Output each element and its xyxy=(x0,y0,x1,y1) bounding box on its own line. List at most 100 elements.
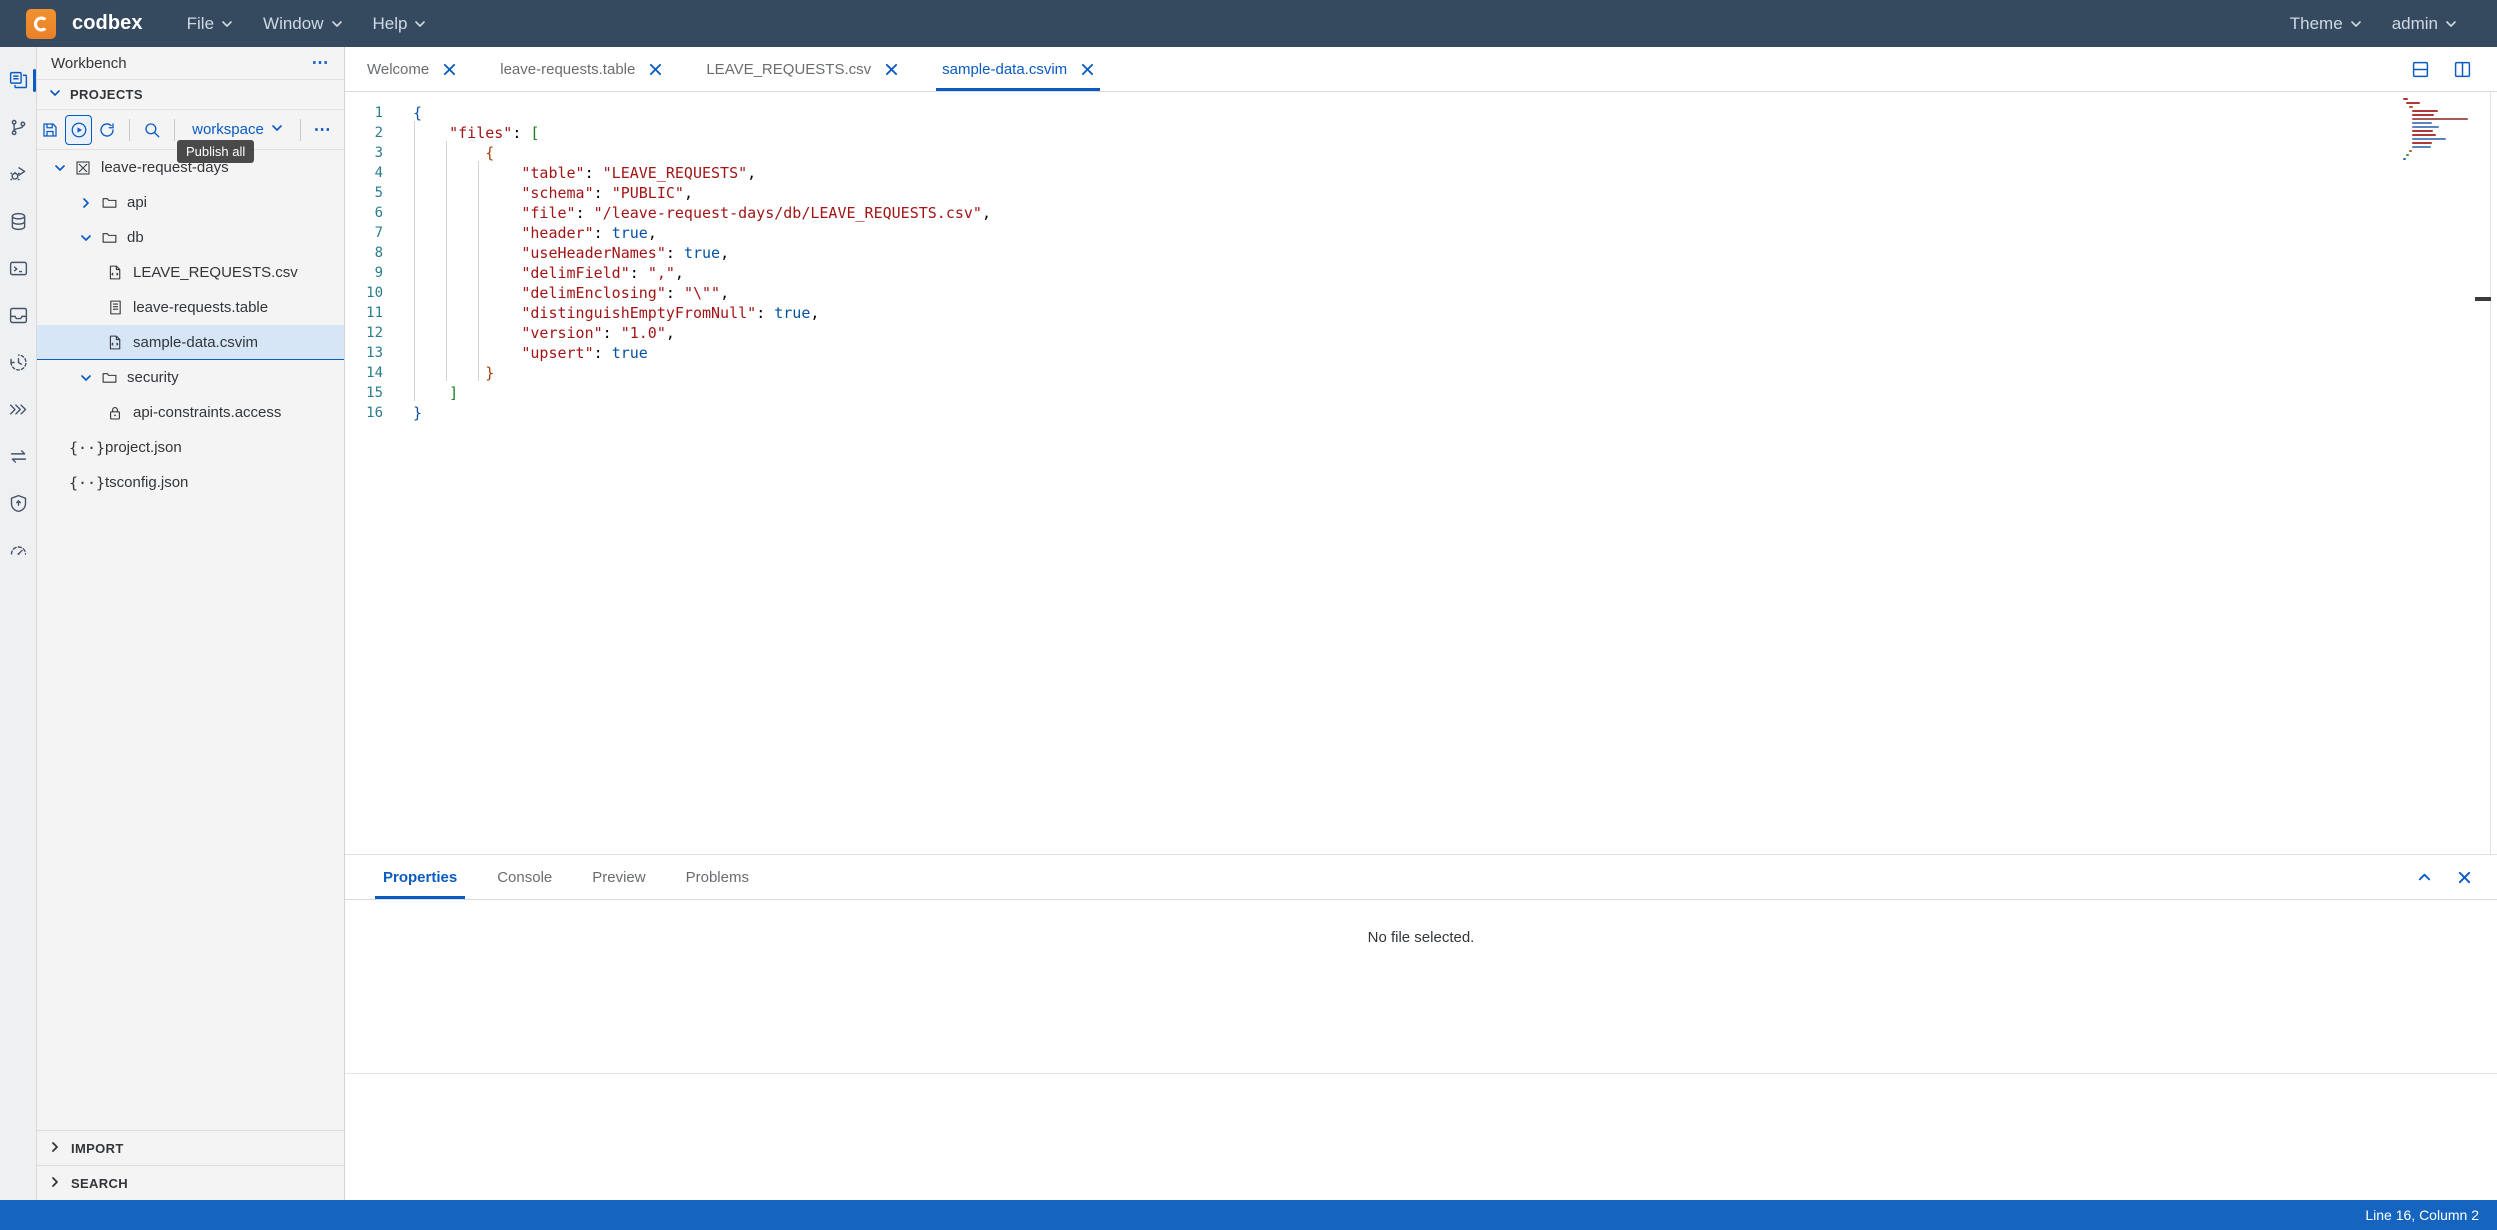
code-line[interactable]: 11 "distinguishEmptyFromNull": true, xyxy=(345,303,2497,323)
split-horizontal-icon[interactable] xyxy=(2403,52,2437,86)
close-icon[interactable] xyxy=(2451,864,2477,890)
rail-item-inbox[interactable] xyxy=(0,292,37,339)
code-line[interactable]: 16} xyxy=(345,403,2497,423)
code-line-text[interactable]: "delimEnclosing": "\"", xyxy=(399,283,729,303)
app-root: codbex File Window Help Theme admin Work… xyxy=(0,0,2497,1230)
menu-help[interactable]: Help xyxy=(361,8,439,40)
editor-tab-label: sample-data.csvim xyxy=(942,60,1068,78)
editor-scrollbar-thumb[interactable] xyxy=(2475,297,2491,301)
code-line[interactable]: 10 "delimEnclosing": "\"", xyxy=(345,283,2497,303)
rail-item-database[interactable] xyxy=(0,198,37,245)
import-section-header[interactable]: IMPORT xyxy=(37,1130,344,1165)
code-token: : xyxy=(665,284,684,302)
code-line[interactable]: 3 { xyxy=(345,143,2497,163)
editor-tab-sample-data-csvim[interactable]: sample-data.csvim xyxy=(920,47,1116,91)
code-line-text[interactable]: ] xyxy=(399,383,458,403)
chevron-down-icon[interactable] xyxy=(49,162,71,174)
publish-all-icon[interactable] xyxy=(65,114,92,145)
editor-tab-leave-requests-table[interactable]: leave-requests.table xyxy=(478,47,684,91)
code-line-text[interactable]: "upsert": true xyxy=(399,343,647,363)
rail-item-security-shield[interactable] xyxy=(0,480,37,527)
code-line[interactable]: 6 "file": "/leave-request-days/db/LEAVE_… xyxy=(345,203,2497,223)
tree-row-security[interactable]: security xyxy=(37,360,344,395)
rail-item-jobs[interactable] xyxy=(0,386,37,433)
tab-console[interactable]: Console xyxy=(477,855,572,899)
close-icon[interactable] xyxy=(1081,63,1094,76)
editor-tab-leave-requests-csv[interactable]: LEAVE_REQUESTS.csv xyxy=(684,47,920,91)
code-lines[interactable]: 1{2 "files": [3 {4 "table": "LEAVE_REQUE… xyxy=(345,92,2497,854)
save-all-icon[interactable] xyxy=(37,115,63,145)
collapse-chevron-up-icon[interactable] xyxy=(2411,864,2437,890)
rail-item-monitoring[interactable] xyxy=(0,527,37,574)
code-line-text[interactable]: "useHeaderNames": true, xyxy=(399,243,729,263)
code-line-text[interactable]: "file": "/leave-request-days/db/LEAVE_RE… xyxy=(399,203,991,223)
code-line-text[interactable]: "delimField": ",", xyxy=(399,263,684,283)
rail-item-transfer[interactable] xyxy=(0,433,37,480)
tab-problems[interactable]: Problems xyxy=(666,855,769,899)
code-line-text[interactable]: } xyxy=(399,363,494,383)
tab-preview[interactable]: Preview xyxy=(572,855,665,899)
tree-row-leave-requests-table[interactable]: leave-requests.table xyxy=(37,290,344,325)
search-section-header[interactable]: SEARCH xyxy=(37,1165,344,1200)
tree-row-tsconfig-json[interactable]: {··} tsconfig.json xyxy=(37,465,344,500)
code-line[interactable]: 4 "table": "LEAVE_REQUESTS", xyxy=(345,163,2497,183)
code-line[interactable]: 9 "delimField": ",", xyxy=(345,263,2497,283)
chevron-down-icon[interactable] xyxy=(75,232,97,244)
code-line[interactable]: 14 } xyxy=(345,363,2497,383)
tab-properties[interactable]: Properties xyxy=(363,855,477,899)
code-editor[interactable]: 1{2 "files": [3 {4 "table": "LEAVE_REQUE… xyxy=(345,92,2497,855)
explorer-title-bar: Workbench ⋯ xyxy=(37,47,344,80)
tree-label: db xyxy=(127,229,144,246)
editor-scrollbar[interactable] xyxy=(2475,92,2491,854)
tree-row-project-json[interactable]: {··} project.json xyxy=(37,430,344,465)
code-line[interactable]: 8 "useHeaderNames": true, xyxy=(345,243,2497,263)
close-icon[interactable] xyxy=(649,63,662,76)
chevron-down-icon[interactable] xyxy=(75,372,97,384)
code-line[interactable]: 7 "header": true, xyxy=(345,223,2497,243)
rail-item-workbench[interactable] xyxy=(0,57,37,104)
refresh-icon[interactable] xyxy=(94,115,120,145)
code-line-text[interactable]: "table": "LEAVE_REQUESTS", xyxy=(399,163,756,183)
code-line[interactable]: 2 "files": [ xyxy=(345,123,2497,143)
code-line-text[interactable]: "header": true, xyxy=(399,223,656,243)
code-line[interactable]: 12 "version": "1.0", xyxy=(345,323,2497,343)
menu-user-admin[interactable]: admin xyxy=(2380,8,2469,40)
tree-row-api-constraints-access[interactable]: api-constraints.access xyxy=(37,395,344,430)
rail-item-terminal[interactable] xyxy=(0,245,37,292)
code-line-text[interactable]: "schema": "PUBLIC", xyxy=(399,183,693,203)
code-line-text[interactable]: { xyxy=(399,103,422,123)
menu-file[interactable]: File xyxy=(175,8,245,40)
rail-item-debugger[interactable] xyxy=(0,151,37,198)
menu-window[interactable]: Window xyxy=(251,8,354,40)
json-file-icon: {··} xyxy=(68,473,106,492)
code-line-text[interactable]: "files": [ xyxy=(399,123,539,143)
code-line[interactable]: 15 ] xyxy=(345,383,2497,403)
code-line-text[interactable]: "distinguishEmptyFromNull": true, xyxy=(399,303,819,323)
search-icon[interactable] xyxy=(139,115,165,145)
workspace-select[interactable]: workspace xyxy=(184,117,291,142)
tree-row-sample-data-csvim[interactable]: sample-data.csvim xyxy=(37,325,344,360)
code-line-text[interactable]: "version": "1.0", xyxy=(399,323,675,343)
code-line-text[interactable]: } xyxy=(399,403,422,423)
code-line[interactable]: 1{ xyxy=(345,103,2497,123)
ellipsis-icon[interactable]: ⋯ xyxy=(312,53,331,73)
explorer-more-icon[interactable]: ⋯ xyxy=(310,115,336,145)
code-line[interactable]: 5 "schema": "PUBLIC", xyxy=(345,183,2497,203)
close-icon[interactable] xyxy=(885,63,898,76)
chevron-right-icon[interactable] xyxy=(75,197,97,209)
rail-item-history[interactable] xyxy=(0,339,37,386)
tree-row-api[interactable]: api xyxy=(37,185,344,220)
code-line-text[interactable]: { xyxy=(399,143,494,163)
close-icon[interactable] xyxy=(443,63,456,76)
editor-tab-welcome[interactable]: Welcome xyxy=(345,47,478,91)
tree-row-leave-requests-csv[interactable]: LEAVE_REQUESTS.csv xyxy=(37,255,344,290)
code-token: , xyxy=(810,304,820,322)
project-icon xyxy=(71,160,95,176)
menu-theme[interactable]: Theme xyxy=(2278,8,2374,40)
rail-item-git-branch[interactable] xyxy=(0,104,37,151)
projects-section-header[interactable]: PROJECTS xyxy=(37,80,344,110)
tree-row-db[interactable]: db xyxy=(37,220,344,255)
split-vertical-icon[interactable] xyxy=(2445,52,2479,86)
code-line[interactable]: 13 "upsert": true xyxy=(345,343,2497,363)
